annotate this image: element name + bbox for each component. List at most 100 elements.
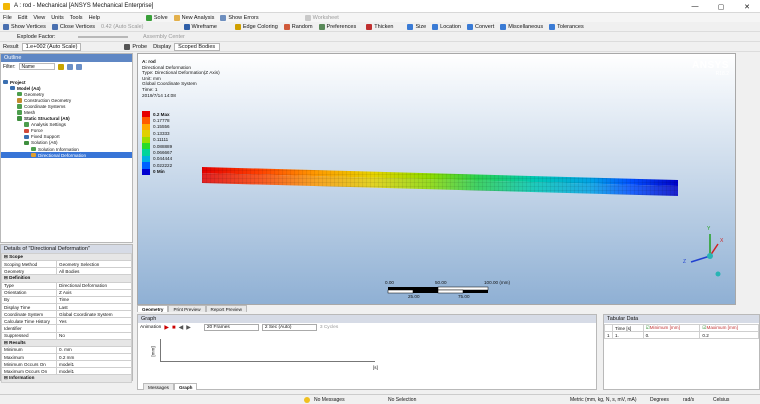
size-button[interactable]: Size xyxy=(404,22,429,32)
col-maximum[interactable]: ☑Maximum [mm] xyxy=(699,323,759,333)
tree-node-icon xyxy=(3,79,8,85)
details-grid: ⊟ Scope Scoping Method Geometry Selection G… xyxy=(1,252,132,383)
new-analysis-icon xyxy=(173,14,180,21)
property-value[interactable]: Time xyxy=(56,295,132,304)
graphics-viewport[interactable]: A: rod Directional Deformation Type: Dir… xyxy=(137,53,736,305)
status-messages[interactable]: No Messages xyxy=(314,397,345,403)
random-icon xyxy=(283,23,290,30)
scale-label-0: 0.00 xyxy=(385,280,394,285)
property-value[interactable]: Directional Deformation xyxy=(56,281,132,290)
thicken-button[interactable]: Thicken xyxy=(363,22,396,32)
preferences-button[interactable]: Preferences xyxy=(316,22,360,32)
tab-messages[interactable]: Messages xyxy=(143,383,174,390)
property-name: Suppressed xyxy=(1,331,57,340)
col-time[interactable]: Time [s] xyxy=(612,323,644,333)
probe-button[interactable]: Probe xyxy=(121,42,150,52)
section-label: Definition xyxy=(9,275,31,281)
previous-frame-icon[interactable]: ◀ xyxy=(179,324,184,331)
tab-graph[interactable]: Graph xyxy=(173,383,198,390)
row-index: 1 xyxy=(604,331,613,340)
animation-bar: Animation ▶ ■ ◀ ▶ 20 Frames 2 Sec (Auto)… xyxy=(138,323,596,332)
tree-node-icon xyxy=(31,146,36,152)
property-value[interactable]: Global Coordinate System xyxy=(56,310,132,319)
play-icon[interactable]: ▶ xyxy=(164,324,169,331)
tabular-grid: Time [s] ☑Minimum [mm] ☑Maximum [mm] 1 1… xyxy=(604,323,759,340)
property-value[interactable]: Yes xyxy=(56,317,132,326)
next-frame-icon[interactable]: ▶ xyxy=(186,324,191,331)
table-row[interactable]: 1 1. 0. 0.2 xyxy=(604,331,759,340)
duration-dropdown[interactable]: 2 Sec (Auto) xyxy=(261,324,317,331)
stop-icon[interactable]: ■ xyxy=(172,325,176,331)
collapse-icon[interactable] xyxy=(75,63,82,70)
miscellaneous-button[interactable]: Miscellaneous xyxy=(497,22,546,32)
graph-xlabel: [s] xyxy=(373,365,378,370)
col-minimum[interactable]: ☑Minimum [mm] xyxy=(642,323,701,333)
tree-item-label: Model (A4) xyxy=(17,85,41,91)
graph-plot-area[interactable] xyxy=(160,339,375,362)
property-value[interactable]: Geometry Selection xyxy=(56,260,132,269)
details-panel: Details of "Directional Deformation" ⊟ S… xyxy=(0,244,133,383)
status-selection: No Selection xyxy=(388,397,417,403)
app-icon xyxy=(3,3,10,10)
property-name: Identifier xyxy=(1,324,57,333)
expand-icon[interactable] xyxy=(66,63,73,70)
section-header[interactable]: ⊟ Scope xyxy=(1,252,132,262)
tree-node-icon xyxy=(17,110,22,115)
tree-item-label: Solution Information xyxy=(38,146,79,152)
status-units[interactable]: Metric (mm, kg, N, s, mV, mA) xyxy=(570,397,636,403)
property-value[interactable] xyxy=(56,324,132,333)
cell-maximum: 0.2 xyxy=(699,331,759,340)
tolerances-button[interactable]: Tolerances xyxy=(546,22,587,32)
property-value[interactable]: model1 xyxy=(56,367,132,376)
minimize-button[interactable]: — xyxy=(682,0,708,13)
scale-bar xyxy=(387,286,489,294)
tree-node-icon xyxy=(31,152,36,158)
location-button[interactable]: Location xyxy=(429,22,464,32)
convert-button[interactable]: Convert xyxy=(464,22,497,32)
random-button[interactable]: Random xyxy=(281,22,316,32)
scale-dropdown[interactable]: 0.42 (Auto Scale) xyxy=(98,22,147,32)
outline-header: Outline xyxy=(1,54,132,62)
tab-print-preview[interactable]: Print Preview xyxy=(168,305,206,312)
edge-coloring-button[interactable]: Edge Coloring xyxy=(232,22,281,32)
explode-factor-label: Explode Factor: xyxy=(17,33,56,40)
details-row: Minimum Occurs On model1 xyxy=(1,360,132,369)
property-value[interactable]: 0.2 mm xyxy=(56,352,132,362)
solve-button[interactable]: Solve xyxy=(143,13,171,23)
close-vertices-button[interactable]: Close Vertices xyxy=(49,22,98,32)
assembly-center-dropdown[interactable]: Assembly Center xyxy=(140,32,188,42)
size-icon xyxy=(407,23,414,30)
show-vertices-button[interactable]: Show Vertices xyxy=(0,22,49,32)
frames-dropdown[interactable]: 20 Frames xyxy=(203,324,259,331)
tree-node-icon xyxy=(17,104,22,109)
wireframe-icon xyxy=(183,23,190,30)
section-header[interactable]: ⊟ Results xyxy=(1,338,132,347)
display-dropdown[interactable]: Scoped Bodies xyxy=(174,42,221,51)
details-row: By Time xyxy=(1,295,132,304)
section-header[interactable]: ⊟ Definition xyxy=(1,274,132,283)
property-value[interactable]: 0. mm xyxy=(56,345,132,354)
filter-dropdown[interactable]: Name xyxy=(18,63,55,70)
property-value[interactable]: model1 xyxy=(56,360,132,369)
tolerances-icon xyxy=(549,23,556,30)
property-value[interactable]: No xyxy=(56,331,132,340)
property-value[interactable]: Last xyxy=(56,302,132,312)
close-button[interactable]: ✕ xyxy=(734,0,760,13)
details-row: Orientation Z Axis xyxy=(1,288,132,297)
maximize-button[interactable]: ▢ xyxy=(708,0,734,13)
property-value[interactable]: All Bodies xyxy=(56,267,132,276)
tree-item-label: Analysis Settings xyxy=(31,122,66,128)
tree-item[interactable]: Directional Deformation xyxy=(1,152,132,159)
filter-icon[interactable] xyxy=(57,63,64,70)
section-header[interactable]: ⊟ Information xyxy=(1,374,132,383)
tab-report-preview[interactable]: Report Preview xyxy=(205,305,247,312)
property-value[interactable]: Z Axis xyxy=(56,288,132,297)
result-scale-dropdown[interactable]: 1.e+002 (Auto Scale) xyxy=(21,42,82,51)
tab-geometry[interactable]: Geometry xyxy=(137,305,169,312)
section-label: Results xyxy=(9,339,26,345)
cycles-label: 3 Cycles xyxy=(319,325,339,330)
result-label: Result xyxy=(3,43,19,50)
explode-slider[interactable] xyxy=(78,36,128,38)
details-section: ⊟ Definition xyxy=(1,274,132,283)
wireframe-button[interactable]: Wireframe xyxy=(181,22,220,32)
